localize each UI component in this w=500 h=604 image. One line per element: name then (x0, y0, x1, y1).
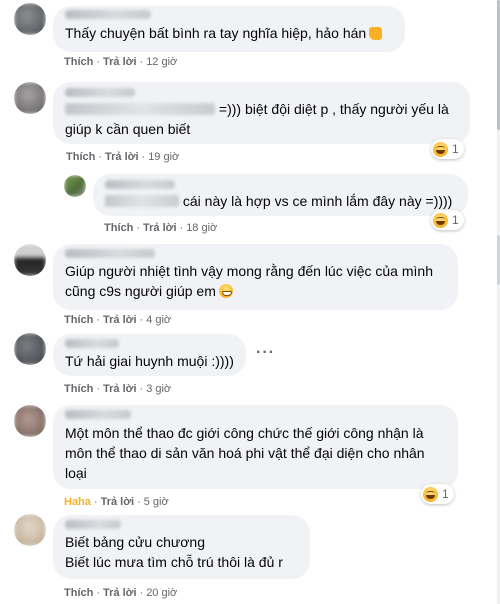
timestamp[interactable]: 19 giờ (148, 151, 179, 163)
comment-bubble: Giúp người nhiệt tình vậy mong rằng đến … (53, 244, 458, 310)
comment-bubble: cái này là hợp vs ce mình lắm đây này =)… (93, 174, 468, 216)
like-link[interactable]: Thích (66, 151, 95, 163)
comment-actions: Haha · Trả lời · 5 giờ (64, 496, 169, 508)
comment-bubble: Thấy chuyện bất bình ra tay nghĩa hiệp, … (53, 6, 405, 52)
like-link[interactable]: Thích (64, 383, 93, 395)
like-link[interactable]: Thích (64, 314, 93, 326)
timestamp[interactable]: 20 giờ (146, 587, 177, 599)
avatar[interactable] (14, 333, 46, 365)
avatar[interactable] (14, 3, 46, 35)
comment-text: =))) biệt đội diệt p , thấy người yếu là… (65, 101, 449, 137)
timestamp[interactable]: 3 giờ (146, 383, 171, 395)
redacted-text (105, 195, 179, 207)
comment-text: Thấy chuyện bất bình ra tay nghĩa hiệp, … (65, 23, 393, 43)
reply-link[interactable]: Trả lời (105, 151, 139, 163)
reaction-badge[interactable]: 1 (421, 484, 454, 504)
reply-link[interactable]: Trả lời (103, 587, 137, 599)
comment-text: Giúp người nhiệt tình vậy mong rằng đến … (65, 263, 433, 299)
haha-icon (433, 141, 448, 157)
comment-text: cái này là hợp vs ce mình lắm đây này =)… (105, 191, 456, 211)
timestamp[interactable]: 12 giờ (146, 56, 177, 68)
reply-link[interactable]: Trả lời (103, 314, 137, 326)
haha-icon (423, 486, 438, 502)
avatar[interactable] (14, 405, 46, 437)
avatar[interactable] (14, 244, 46, 276)
comment-bubble: Tứ hải giai huynh muội :)))) (53, 334, 246, 376)
like-link[interactable]: Thích (64, 587, 93, 599)
reaction-badge[interactable]: 1 (431, 139, 464, 159)
reply-link[interactable]: Trả lời (101, 496, 135, 508)
comment-text: Tứ hải giai huynh muội :)))) (65, 353, 234, 369)
timestamp[interactable]: 4 giờ (146, 314, 171, 326)
comment-actions: Thích · Trả lời · 4 giờ (64, 314, 172, 326)
avatar[interactable] (64, 175, 86, 197)
like-link[interactable]: Thích (104, 222, 133, 234)
haha-icon (433, 212, 448, 228)
timestamp[interactable]: 5 giờ (144, 496, 169, 508)
redacted-text (65, 103, 215, 115)
comment-actions: Thích · Trả lời · 3 giờ (64, 383, 172, 395)
timestamp[interactable]: 18 giờ (186, 222, 217, 234)
comment-actions: Thích · Trả lời · 18 giờ (104, 222, 218, 234)
comment-bubble: Một môn thể thao đc giới công chức thế g… (53, 405, 458, 489)
thumbs-up-icon (369, 27, 383, 40)
more-options-icon[interactable]: ··· (256, 344, 275, 362)
comment-bubble: Biết bảng cửu chương Biết lúc mưa tìm ch… (53, 515, 310, 579)
avatar[interactable] (14, 82, 46, 114)
comment-actions: Thích · Trả lời · 20 giờ (64, 587, 178, 599)
grinning-face-icon (218, 284, 233, 298)
reply-link[interactable]: Trả lời (143, 222, 177, 234)
avatar[interactable] (14, 514, 46, 546)
comment-actions: Thích · Trả lời · 19 giờ (66, 151, 180, 163)
comment-text: Một môn thể thao đc giới công chức thế g… (65, 425, 425, 481)
comment-actions: Thích · Trả lời · 12 giờ (64, 56, 178, 68)
haha-reaction-link[interactable]: Haha (64, 496, 91, 508)
reaction-badge[interactable]: 1 (431, 210, 464, 230)
comment-text: Biết bảng cửu chương Biết lúc mưa tìm ch… (65, 534, 283, 570)
reply-link[interactable]: Trả lời (103, 383, 137, 395)
comment-bubble: =))) biệt đội diệt p , thấy người yếu là… (53, 82, 470, 144)
like-link[interactable]: Thích (64, 56, 93, 68)
reply-link[interactable]: Trả lời (103, 56, 137, 68)
